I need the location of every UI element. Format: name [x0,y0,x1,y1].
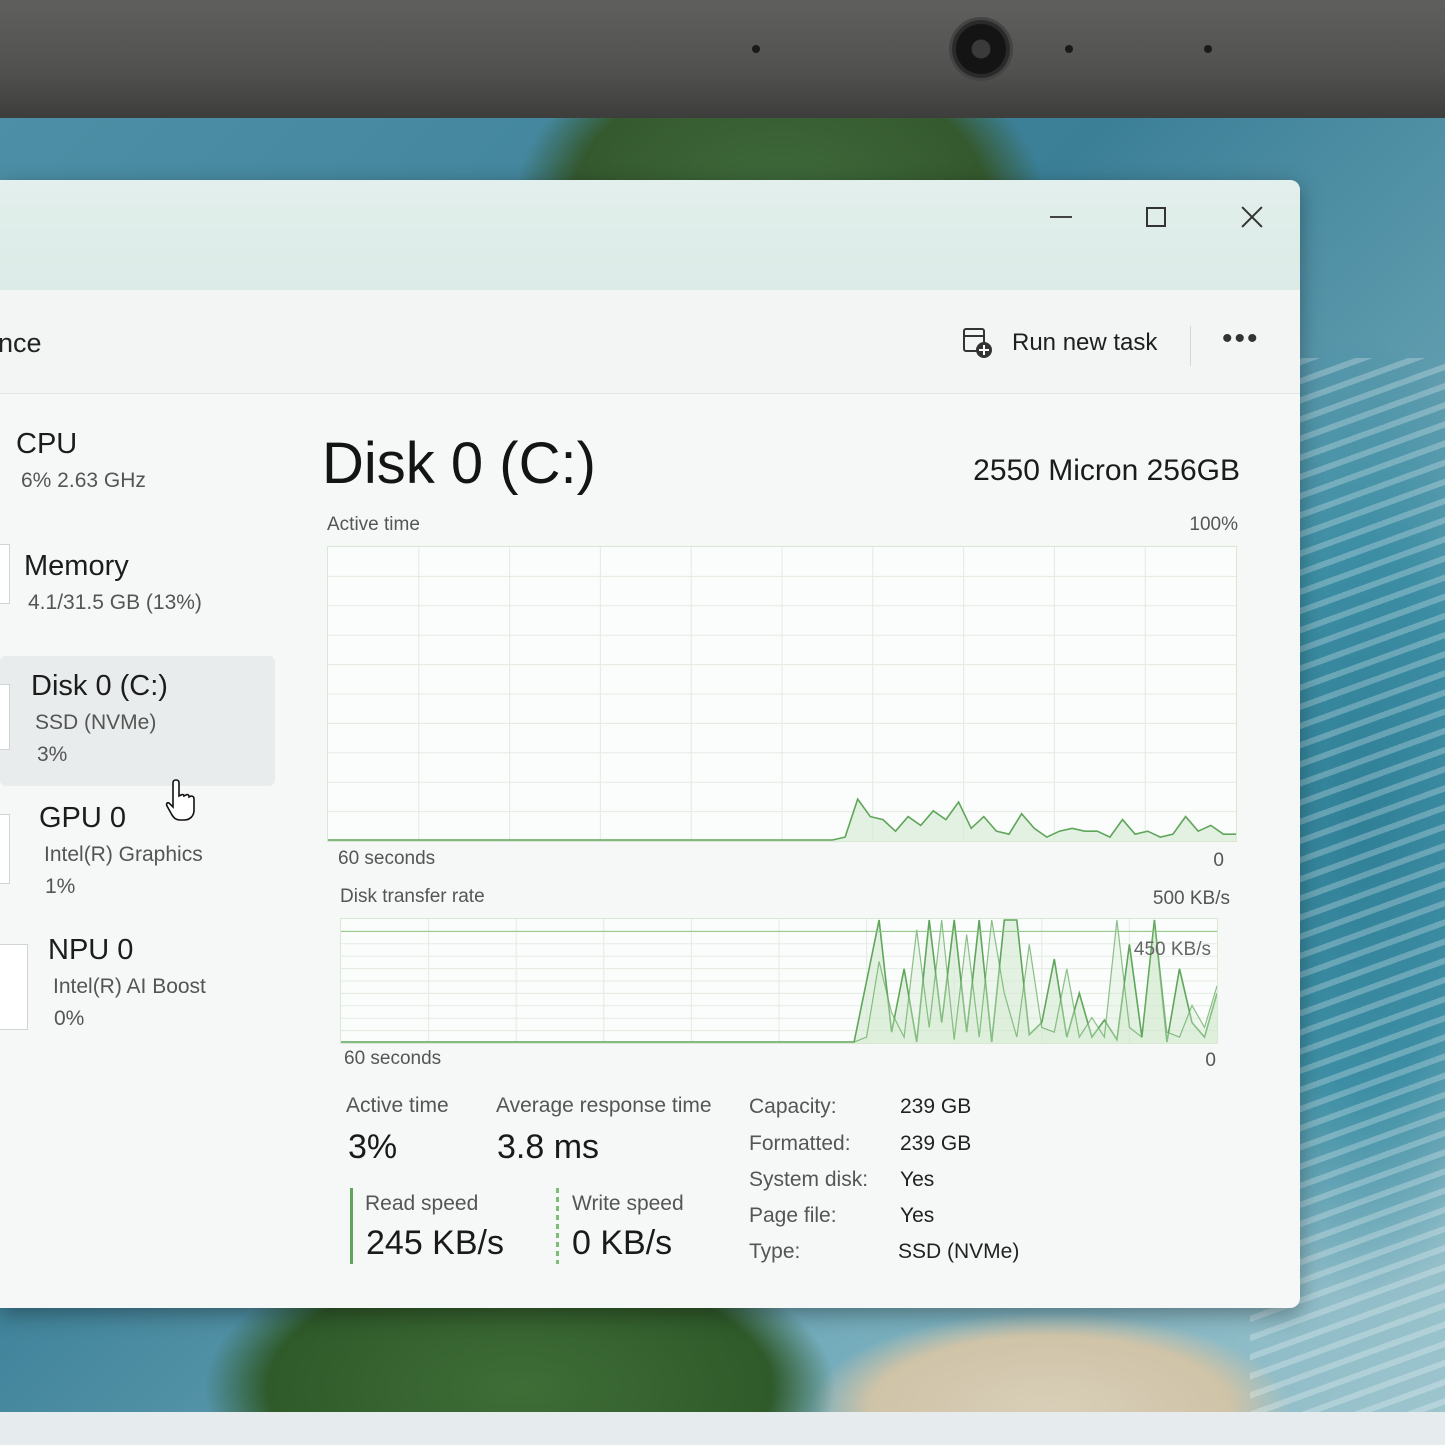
read-speed-value: 245 KB/s [366,1224,504,1262]
read-speed-label: Read speed [365,1192,479,1215]
property-key: System disk: [749,1168,869,1191]
property-key: Formatted: [749,1132,851,1155]
disk-title: Disk 0 (C:) [322,431,596,496]
close-icon [1240,205,1264,229]
minimize-icon [1050,216,1072,218]
bezel-sensor [1204,45,1212,53]
property-key: Type: [749,1240,801,1263]
active-time-stat-value: 3% [348,1128,398,1166]
active-time-graph-label: Active time [327,514,420,535]
sidebar-item-cpu[interactable]: CPU 6% 2.63 GHz [16,428,291,493]
property-key: Capacity: [749,1095,837,1118]
disk-mini-graph [0,684,10,750]
disk-model: 2550 Micron 256GB [973,454,1240,487]
property-value: Yes [900,1168,935,1191]
laptop-bezel [0,0,1445,118]
active-time-graph [327,546,1237,842]
transfer-rate-graph-x-label: 60 seconds [344,1048,442,1069]
transfer-rate-graph-min: 0 [1205,1050,1216,1071]
title-bar[interactable] [0,180,1300,290]
avg-response-stat-value: 3.8 ms [497,1128,600,1166]
transfer-rate-graph-label: Disk transfer rate [340,886,485,907]
write-speed-label: Write speed [572,1192,684,1215]
run-new-task-button[interactable]: Run new task [962,318,1157,368]
bezel-sensor [1065,45,1073,53]
performance-sidebar: CPU 6% 2.63 GHz Memory 4.1/31.5 GB (13%)… [0,394,290,1308]
page-title: nce [0,328,42,358]
active-time-graph-svg [328,547,1236,841]
sidebar-item-detail: 6% 2.63 GHz [21,469,146,492]
memory-mini-graph [0,544,10,604]
sidebar-item-usage: 3% [37,743,68,766]
sidebar-item-disk-0[interactable]: Disk 0 (C:) SSD (NVMe) 3% [0,656,275,786]
disk-detail-panel: Disk 0 (C:) 2550 Micron 256GB Active tim… [300,394,1280,1308]
sidebar-item-detail: Intel(R) Graphics [44,843,203,866]
maximize-icon [1146,207,1166,227]
sidebar-item-memory[interactable]: Memory 4.1/31.5 GB (13%) [24,550,299,615]
run-task-icon [962,327,994,359]
sidebar-item-label: Disk 0 (C:) [31,670,168,702]
sidebar-item-label: CPU [16,428,78,460]
webcam [952,20,1010,78]
sidebar-item-npu-0[interactable]: NPU 0 Intel(R) AI Boost 0% [48,934,323,1031]
sidebar-item-usage: 0% [54,1007,85,1030]
property-value: SSD (NVMe) [898,1240,1020,1263]
active-time-stat-label: Active time [346,1094,449,1117]
maximize-button[interactable] [1133,194,1179,240]
transfer-rate-ref-label: 450 KB/s [1133,939,1211,960]
run-new-task-label: Run new task [1012,329,1158,356]
taskbar[interactable] [0,1412,1445,1445]
transfer-rate-graph: 450 KB/s [340,918,1218,1044]
command-separator [1190,326,1191,366]
command-bar: nce Run new task ••• [0,290,1300,394]
write-speed-value: 0 KB/s [572,1224,673,1262]
property-value: Yes [900,1204,935,1227]
close-button[interactable] [1229,194,1275,240]
read-speed-indicator [350,1188,353,1264]
sidebar-item-label: Memory [24,550,129,582]
gpu-mini-graph [0,814,10,884]
more-options-button[interactable]: ••• [1222,322,1260,356]
transfer-rate-graph-max: 500 KB/s [1152,888,1230,909]
minimize-button[interactable] [1038,194,1084,240]
property-value: 239 GB [900,1132,972,1155]
active-time-graph-x-label: 60 seconds [338,848,436,869]
transfer-rate-graph-svg [341,919,1217,1043]
task-manager-window[interactable]: nce Run new task ••• CPU 6% 2.63 GHz Mem… [0,180,1300,1308]
write-speed-indicator [556,1188,559,1264]
bezel-sensor [752,45,760,53]
npu-mini-graph [0,944,28,1030]
sidebar-item-detail: SSD (NVMe) [35,711,157,734]
property-key: Page file: [749,1204,837,1227]
property-value: 239 GB [900,1095,972,1118]
sidebar-item-label: NPU 0 [48,934,134,966]
hand-cursor-icon [165,779,195,821]
sidebar-item-detail: 4.1/31.5 GB (13%) [28,591,202,614]
sidebar-item-usage: 1% [45,875,76,898]
avg-response-stat-label: Average response time [496,1094,712,1117]
active-time-graph-max: 100% [1189,514,1238,535]
sidebar-item-detail: Intel(R) AI Boost [53,975,206,998]
active-time-graph-min: 0 [1213,850,1224,871]
